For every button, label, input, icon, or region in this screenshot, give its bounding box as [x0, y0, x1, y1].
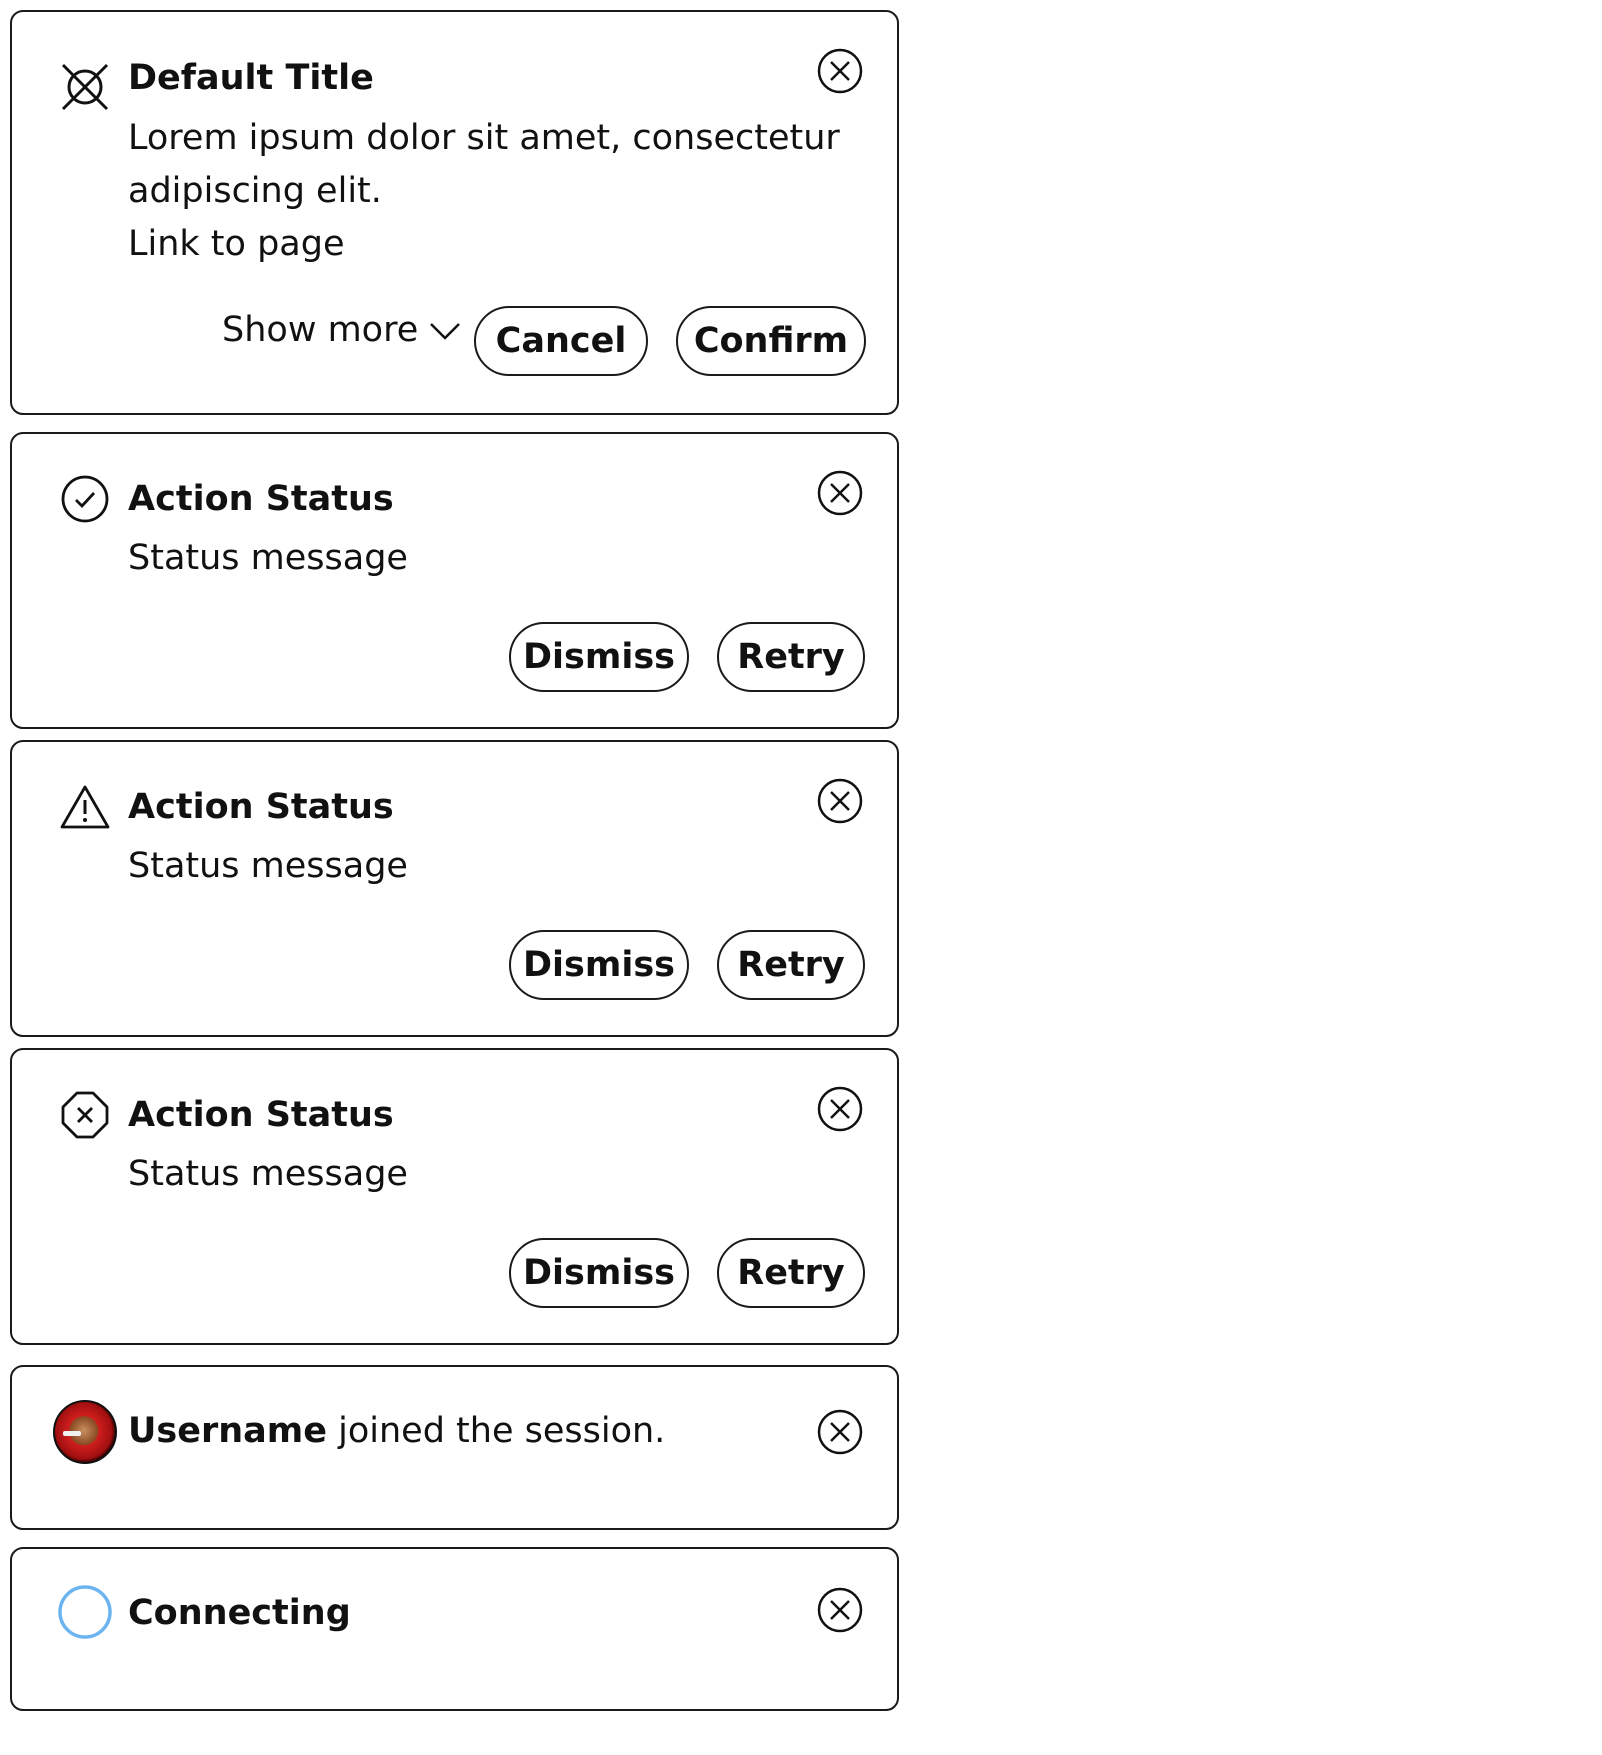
- spinner-ring-icon: [50, 1577, 120, 1647]
- check-circle-icon: [50, 464, 120, 534]
- toast-connecting: Connecting: [10, 1547, 899, 1711]
- close-icon: [817, 1409, 863, 1455]
- link-to-page-text[interactable]: Link to page: [128, 224, 344, 264]
- error-octagon-icon: [50, 1080, 120, 1150]
- joined-message: joined the session.: [338, 1411, 666, 1451]
- close-icon: [817, 778, 863, 824]
- toast-message: Status message: [128, 538, 408, 578]
- close-button[interactable]: [817, 1409, 863, 1455]
- toast-title: Action Status: [128, 1095, 394, 1135]
- close-icon: [817, 48, 863, 94]
- toast-title: Action Status: [128, 787, 394, 827]
- close-icon: [817, 1587, 863, 1633]
- toast-success: Action Status Status message Dismiss Ret…: [10, 432, 899, 729]
- dismiss-button[interactable]: Dismiss: [509, 622, 689, 692]
- toast-title: Connecting: [128, 1593, 351, 1633]
- avatar-image: [53, 1400, 117, 1464]
- close-button[interactable]: [817, 1587, 863, 1633]
- toast-user-joined: Username joined the session.: [10, 1365, 899, 1530]
- toast-message: Status message: [128, 846, 408, 886]
- close-icon: [817, 1086, 863, 1132]
- crossed-circle-icon: [50, 52, 120, 122]
- toast-message: Status message: [128, 1154, 408, 1194]
- close-button[interactable]: [817, 48, 863, 94]
- confirm-button[interactable]: Confirm: [676, 306, 866, 376]
- show-more-label: Show more: [222, 310, 419, 350]
- toast-default: Default Title Lorem ipsum dolor sit amet…: [10, 10, 899, 415]
- dismiss-button[interactable]: Dismiss: [509, 1238, 689, 1308]
- retry-button[interactable]: Retry: [717, 930, 865, 1000]
- cancel-button[interactable]: Cancel: [474, 306, 648, 376]
- show-more-button[interactable]: Show more: [222, 310, 462, 350]
- retry-button[interactable]: Retry: [717, 622, 865, 692]
- chevron-down-icon: [430, 323, 461, 340]
- user-joined-text: Username joined the session.: [128, 1405, 665, 1458]
- toast-message-line-2: adipiscing elit.: [128, 171, 382, 211]
- toast-error: Action Status Status message Dismiss Ret…: [10, 1048, 899, 1345]
- toast-title: Default Title: [128, 58, 374, 98]
- username: Username: [128, 1411, 327, 1451]
- dismiss-button[interactable]: Dismiss: [509, 930, 689, 1000]
- close-button[interactable]: [817, 470, 863, 516]
- close-icon: [817, 470, 863, 516]
- close-button[interactable]: [817, 778, 863, 824]
- toast-warning: Action Status Status message Dismiss Ret…: [10, 740, 899, 1037]
- avatar: [50, 1397, 120, 1467]
- retry-button[interactable]: Retry: [717, 1238, 865, 1308]
- toast-message-line-1: Lorem ipsum dolor sit amet, consectetur: [128, 118, 840, 158]
- link-to-page[interactable]: Link to page: [128, 218, 344, 271]
- warning-triangle-icon: [50, 772, 120, 842]
- toast-title: Action Status: [128, 479, 394, 519]
- close-button[interactable]: [817, 1086, 863, 1132]
